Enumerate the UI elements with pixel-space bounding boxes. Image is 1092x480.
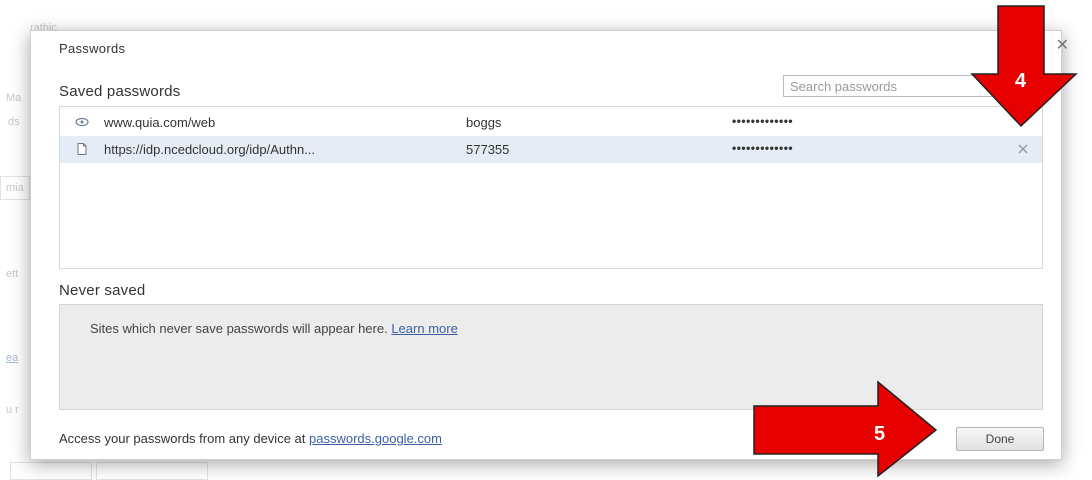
learn-more-link[interactable]: Learn more xyxy=(391,321,457,336)
bg-field-fragment xyxy=(10,462,92,480)
footer-message: Access your passwords from any device at xyxy=(59,431,306,446)
delete-entry-icon[interactable] xyxy=(1016,142,1030,156)
password-site: www.quia.com/web xyxy=(104,115,216,130)
annotation-number-5: 5 xyxy=(874,423,885,445)
password-masked: ••••••••••••• xyxy=(732,141,794,155)
never-saved-heading: Never saved xyxy=(59,282,146,299)
dialog-title: Passwords xyxy=(59,41,126,56)
bg-text-fragment: Ma xyxy=(6,92,22,104)
search-passwords-input[interactable] xyxy=(783,75,993,97)
passwords-google-link[interactable]: passwords.google.com xyxy=(309,431,442,446)
bg-link-fragment: ea xyxy=(6,352,19,364)
page-icon xyxy=(77,143,87,155)
bg-text-fragment: u r xyxy=(6,404,19,416)
saved-passwords-list: www.quia.com/web boggs ••••••••••••• htt… xyxy=(59,106,1043,269)
password-username: boggs xyxy=(466,115,502,130)
annotation-number-4: 4 xyxy=(1015,70,1027,92)
password-site: https://idp.ncedcloud.org/idp/Authn... xyxy=(104,142,316,157)
password-masked: ••••••••••••• xyxy=(732,114,794,128)
bg-text-fragment: mia xyxy=(6,182,24,194)
bg-text-fragment: ett xyxy=(6,268,19,280)
password-row[interactable]: www.quia.com/web boggs ••••••••••••• xyxy=(60,109,1042,136)
footer-text: Access your passwords from any device at… xyxy=(59,431,442,446)
site-favicon-icon xyxy=(75,117,89,127)
bg-text-fragment: ds xyxy=(8,116,20,128)
password-row-selected[interactable]: https://idp.ncedcloud.org/idp/Authn... 5… xyxy=(60,136,1042,163)
annotation-arrow-5: 5 xyxy=(753,380,938,478)
never-saved-message: Sites which never save passwords will ap… xyxy=(90,321,458,336)
saved-passwords-heading: Saved passwords xyxy=(59,83,181,100)
never-saved-text: Sites which never save passwords will ap… xyxy=(90,321,388,336)
password-username: 577355 xyxy=(466,142,510,157)
bg-field-fragment xyxy=(96,462,208,480)
done-button[interactable]: Done xyxy=(956,427,1044,451)
annotation-arrow-4: 4 xyxy=(970,5,1078,128)
